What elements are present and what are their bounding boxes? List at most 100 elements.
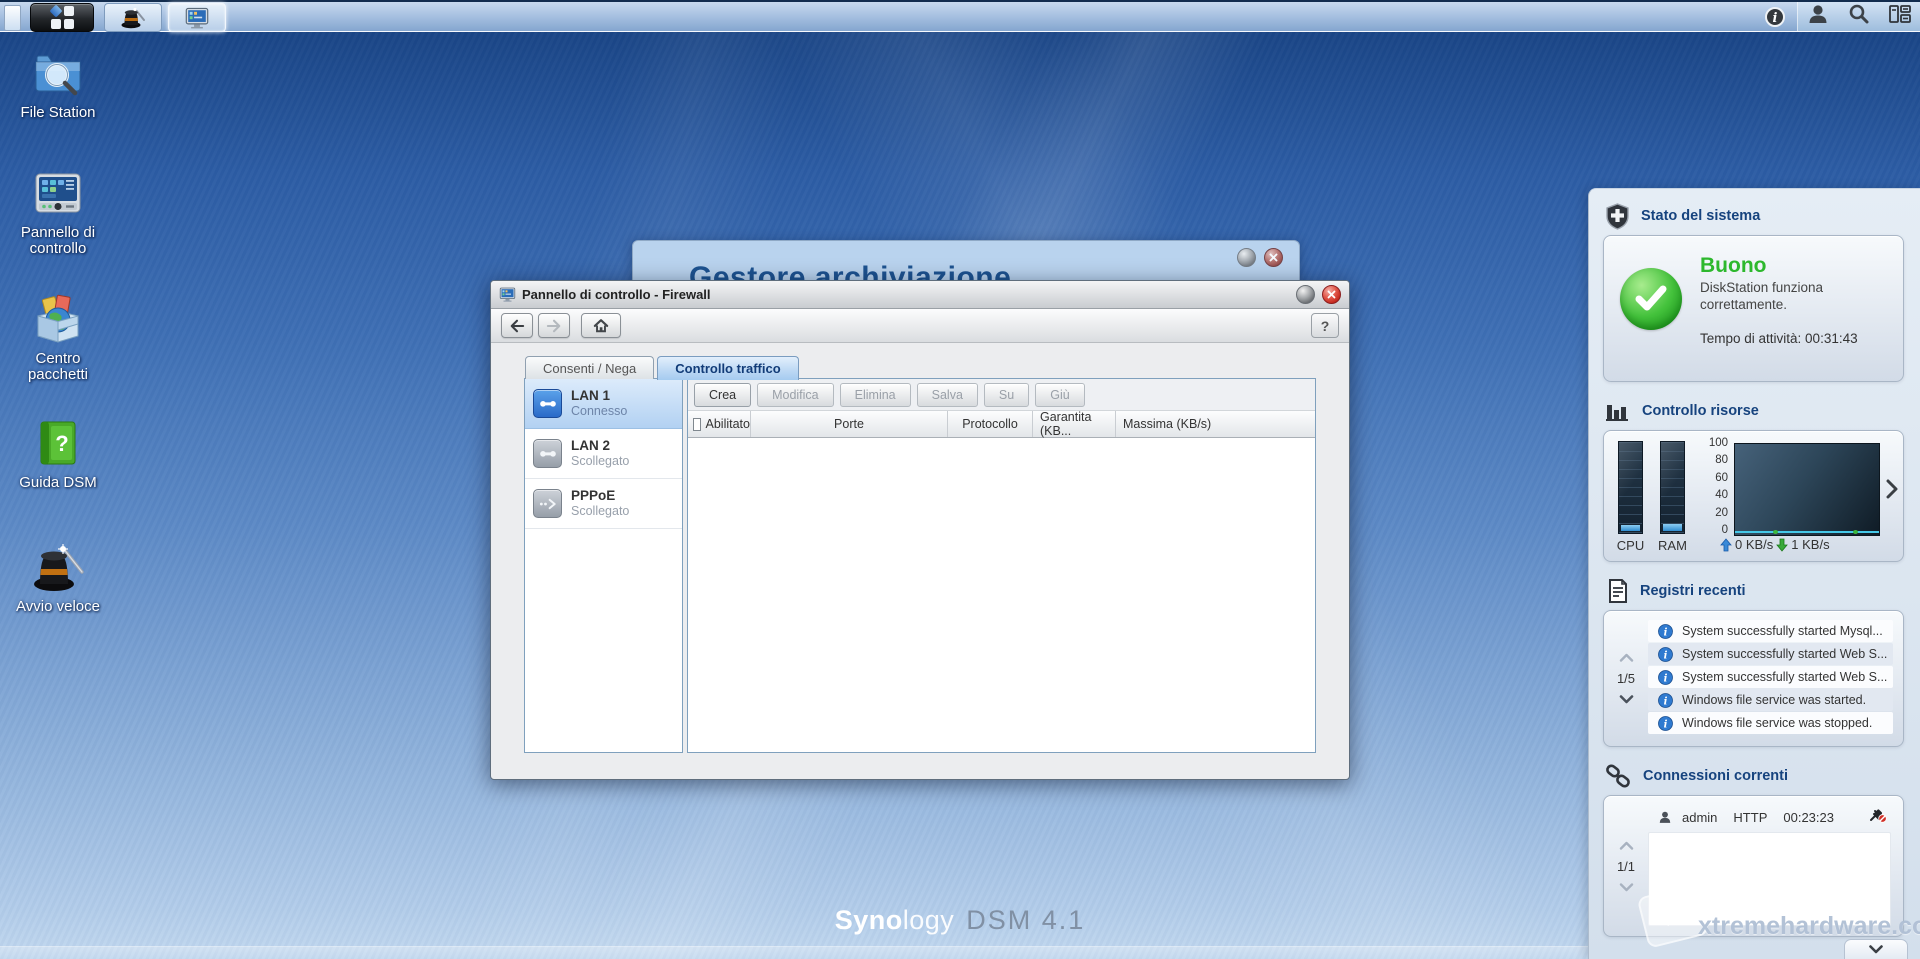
close-button[interactable]	[1322, 285, 1341, 304]
network-dot	[1773, 530, 1778, 534]
upload-arrow-icon	[1720, 537, 1732, 551]
taskbar: i	[0, 0, 1920, 32]
firewall-window-titlebar[interactable]: Pannello di controllo - Firewall	[491, 281, 1349, 309]
select-all-checkbox[interactable]	[693, 417, 701, 431]
help-button[interactable]: ?	[1311, 313, 1339, 338]
download-speed: 1 KB/s	[1791, 537, 1830, 552]
connections-pager: 1/1	[1604, 796, 1648, 936]
info-badge-icon: i	[1658, 715, 1673, 731]
desktop-icon-control-panel[interactable]: Pannello di controllo	[10, 170, 106, 286]
widget-title: Connessioni correnti	[1643, 768, 1789, 784]
info-button[interactable]: i	[1764, 6, 1786, 33]
page-up-icon[interactable]	[1619, 841, 1634, 850]
lan-icon	[533, 439, 562, 468]
desktop-icon-dsm-help[interactable]: ? Guida DSM	[10, 418, 106, 534]
interface-item-pppoe[interactable]: PPPoE Scollegato	[525, 479, 682, 529]
interface-status: Scollegato	[571, 504, 630, 519]
user-icon	[1809, 5, 1827, 23]
interface-item-lan1[interactable]: LAN 1 Connesso	[525, 379, 682, 429]
cpu-gauge[interactable]	[1618, 441, 1643, 534]
pilot-view-button[interactable]	[1888, 3, 1912, 30]
arrow-left-icon	[510, 319, 525, 332]
upload-speed: 0 KB/s	[1735, 537, 1774, 552]
home-button[interactable]	[581, 313, 621, 338]
quick-launch-taskbar-button[interactable]	[104, 3, 162, 32]
document-icon	[1609, 579, 1627, 603]
svg-text:i: i	[1664, 627, 1668, 638]
system-status-header: Stato del sistema	[1605, 201, 1906, 231]
info-icon: i	[1765, 7, 1785, 27]
connections-header: Connessioni correnti	[1605, 761, 1906, 791]
log-entry: i System successfully started Mysql...	[1648, 620, 1893, 642]
svg-text:?: ?	[55, 431, 68, 456]
resource-detail-button[interactable]	[1885, 479, 1899, 504]
ram-label: RAM	[1658, 538, 1687, 553]
desktop-icon-column: File Station Pannello di controllo Centr…	[10, 46, 106, 666]
back-button[interactable]	[501, 313, 533, 338]
ram-gauge[interactable]	[1660, 441, 1685, 534]
quick-launch-icon	[34, 544, 84, 591]
disconnect-button[interactable]	[1869, 808, 1887, 826]
cpu-label: CPU	[1616, 538, 1645, 553]
connection-protocol: HTTP	[1733, 809, 1768, 825]
close-button[interactable]	[1264, 248, 1283, 267]
user-button[interactable]	[1806, 2, 1830, 31]
create-button[interactable]: Crea	[694, 382, 752, 407]
desktop-icon-quick-launch[interactable]: Avvio veloce	[10, 542, 106, 658]
minimize-button[interactable]	[1237, 248, 1256, 267]
interface-name: PPPoE	[571, 487, 616, 503]
recent-logs-header: Registri recenti	[1605, 576, 1906, 606]
bar-chart-icon	[1606, 405, 1628, 421]
network-dot	[1853, 530, 1858, 534]
firewall-window: Pannello di controllo - Firewall ? Conse…	[490, 280, 1350, 780]
svg-text:i: i	[1664, 650, 1668, 661]
status-value: Buono	[1700, 254, 1767, 277]
close-icon	[1269, 253, 1278, 262]
desktop-icon-file-station[interactable]: File Station	[10, 46, 106, 162]
column-header-garantita[interactable]: Garantita (KB...	[1033, 410, 1116, 438]
main-menu-icon	[48, 4, 74, 29]
uptime-text: Tempo di attività: 00:31:43	[1700, 330, 1858, 346]
forward-button	[538, 313, 570, 338]
page-down-icon[interactable]	[1619, 882, 1634, 892]
firewall-content: LAN 1 Connesso LAN 2 Scollegato PPPoE Sc…	[524, 378, 1316, 753]
resource-monitor-header: Controllo risorse	[1605, 396, 1906, 426]
desktop-icon-label: Avvio veloce	[16, 598, 100, 615]
minimize-button[interactable]	[1296, 285, 1315, 304]
main-menu-button[interactable]	[30, 3, 94, 32]
y-tick: 80	[1715, 454, 1728, 467]
rules-table-body	[688, 438, 1315, 752]
synology-logo-bold: Syno	[834, 905, 903, 935]
log-entry: i Windows file service was started.	[1648, 689, 1893, 711]
control-panel-taskbar-button[interactable]	[168, 3, 226, 32]
y-tick: 40	[1715, 489, 1728, 502]
svg-text:i: i	[1664, 719, 1668, 730]
log-entry: i System successfully started Web S...	[1648, 666, 1893, 688]
sidebar-collapse-button[interactable]	[1844, 939, 1908, 959]
column-header-protocollo[interactable]: Protocollo	[948, 411, 1033, 437]
tab-controllo-traffico[interactable]: Controllo traffico	[657, 356, 799, 380]
save-button: Salva	[916, 382, 978, 407]
pilot-view-icon	[1888, 5, 1911, 23]
status-message: DiskStation funziona correttamente.	[1700, 280, 1824, 312]
page-up-icon[interactable]	[1619, 653, 1634, 662]
interface-status: Scollegato	[571, 454, 630, 469]
page-down-icon[interactable]	[1619, 695, 1634, 704]
network-chart[interactable]	[1734, 443, 1880, 536]
desktop-icon-label: Centro pacchetti	[27, 350, 89, 384]
interface-item-lan2[interactable]: LAN 2 Scollegato	[525, 429, 682, 479]
column-header-abilitato[interactable]: Abilitato	[688, 411, 751, 437]
link-icon	[1606, 763, 1630, 788]
desktop-icon-label: File Station	[20, 104, 96, 121]
logs-page-indicator: 1/5	[1616, 671, 1636, 686]
show-desktop-button[interactable]	[4, 5, 21, 31]
column-header-massima[interactable]: Massima (KB/s)	[1116, 411, 1315, 437]
connection-time: 00:23:23	[1783, 809, 1834, 825]
column-header-porte[interactable]: Porte	[751, 411, 948, 437]
window-title: Pannello di controllo - Firewall	[522, 287, 711, 302]
tab-consenti-nega[interactable]: Consenti / Nega	[525, 356, 655, 379]
firewall-tabs: Consenti / Nega Controllo traffico	[525, 356, 802, 380]
desktop-icon-package-center[interactable]: Centro pacchetti	[10, 294, 106, 410]
log-entry: i Windows file service was stopped.	[1648, 712, 1893, 734]
search-button[interactable]	[1847, 2, 1871, 31]
